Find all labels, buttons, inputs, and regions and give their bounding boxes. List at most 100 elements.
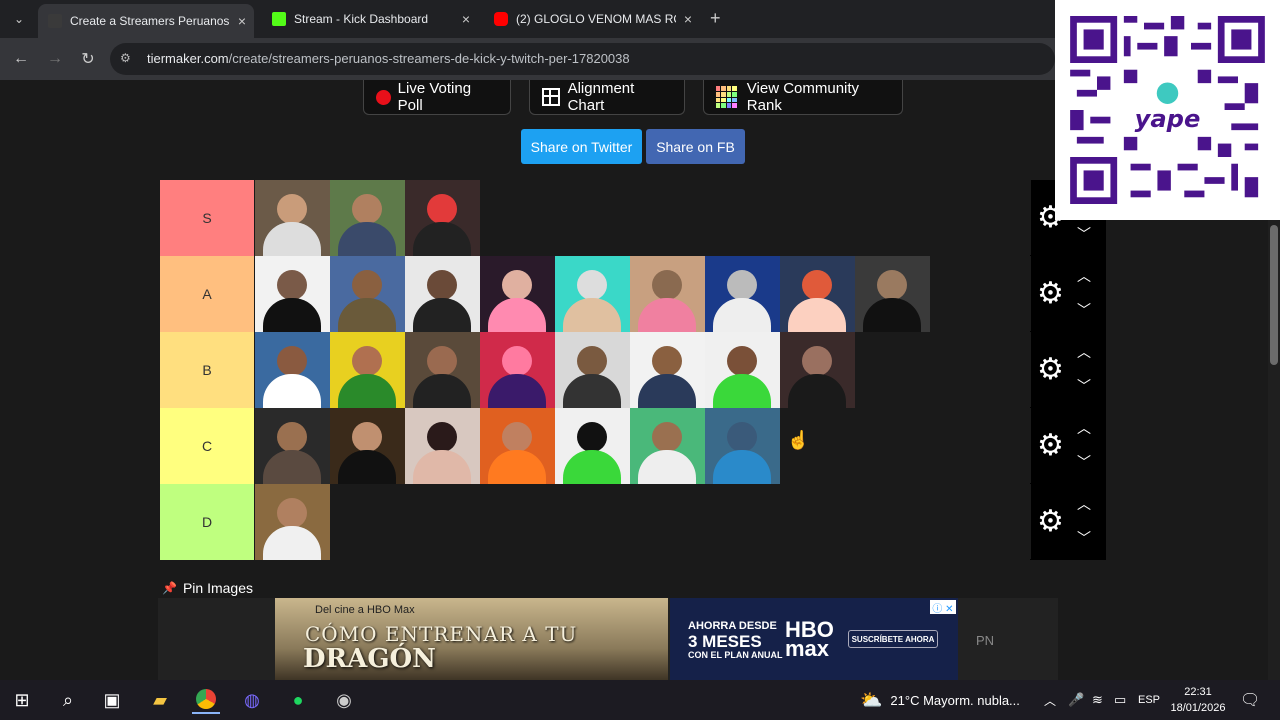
share-fb-button[interactable]: Share on FB <box>646 129 745 164</box>
gear-icon[interactable]: ⚙ <box>1037 355 1064 385</box>
pin-images-toggle[interactable]: 📌 Pin Images <box>162 580 253 596</box>
tier-label[interactable]: D <box>160 484 254 560</box>
forward-icon[interactable]: → <box>44 48 66 70</box>
chevron-up-icon[interactable]: ︿ <box>1077 266 1091 286</box>
tier-colors-icon <box>716 86 737 108</box>
chevron-down-icon[interactable]: ﹀ <box>1077 528 1091 548</box>
language-indicator[interactable]: ESP <box>1138 680 1160 720</box>
notifications-icon[interactable]: 🗨 <box>1240 680 1260 720</box>
streamer-image[interactable] <box>330 256 405 332</box>
streamer-image[interactable] <box>555 408 630 484</box>
tab-tiermaker[interactable]: Create a Streamers Peruanos (S × <box>38 4 254 38</box>
subscribe-button[interactable]: SUSCRÍBETE AHORA <box>848 630 938 648</box>
chevron-down-icon[interactable]: ﹀ <box>1077 300 1091 320</box>
community-rank-button[interactable]: View Community Rank <box>703 80 903 115</box>
chevron-up-icon[interactable]: ︿ <box>1077 418 1091 438</box>
obs-icon[interactable]: ◉ <box>330 686 358 714</box>
ad-info-icon[interactable]: ⓘ ✕ <box>930 600 956 615</box>
tier-items[interactable] <box>254 408 1030 484</box>
streamer-image[interactable] <box>405 180 480 256</box>
tier-items[interactable] <box>254 484 1030 560</box>
chevron-down-icon[interactable]: ﹀ <box>1077 224 1091 244</box>
streamer-image[interactable] <box>480 256 555 332</box>
tab-title: (2) GLOGLO VENOM MAS ROSC <box>516 12 676 26</box>
scrollbar-thumb[interactable] <box>1270 225 1278 365</box>
tier-row-c: C ⚙ ︿ ﹀ <box>160 408 1106 484</box>
tier-label[interactable]: A <box>160 256 254 332</box>
tier-label[interactable]: C <box>160 408 254 484</box>
streamer-image[interactable] <box>255 180 330 256</box>
streamer-image[interactable] <box>255 484 330 560</box>
chevron-up-icon[interactable]: ︿ <box>1077 342 1091 362</box>
chevron-down-icon[interactable]: ﹀ <box>1077 452 1091 472</box>
back-icon[interactable]: ← <box>10 48 32 70</box>
streamer-image[interactable] <box>405 256 480 332</box>
ad-small-text: Del cine a HBO Max <box>315 604 415 616</box>
task-view-icon[interactable]: ▣ <box>98 686 126 714</box>
tier-label[interactable]: S <box>160 180 254 256</box>
hand-cursor-icon: ☝ <box>787 430 810 450</box>
gear-icon[interactable]: ⚙ <box>1037 507 1064 537</box>
discord-icon[interactable]: ◍ <box>238 686 266 714</box>
alignment-chart-button[interactable]: Alignment Chart <box>529 80 685 115</box>
tier-controls: ⚙ ︿ ﹀ <box>1031 484 1106 560</box>
close-tab-icon[interactable]: × <box>238 13 246 29</box>
file-explorer-icon[interactable]: ▰ <box>146 686 174 714</box>
streamer-image[interactable] <box>255 332 330 408</box>
chevron-down-icon[interactable]: ﹀ <box>1077 376 1091 396</box>
microphone-icon[interactable]: 🎤 <box>1068 680 1084 720</box>
gear-icon[interactable]: ⚙ <box>1037 279 1064 309</box>
site-info-icon[interactable]: ⚙ <box>120 51 131 65</box>
streamer-image[interactable] <box>555 256 630 332</box>
ad-dragon-text: DRAGÓN <box>303 644 436 674</box>
streamer-image[interactable] <box>705 332 780 408</box>
clock[interactable]: 22:31 18/01/2026 <box>1166 684 1230 716</box>
search-icon[interactable]: ⌕ <box>54 686 82 714</box>
dragon-ad-banner[interactable]: Del cine a HBO Max CÓMO ENTRENAR A TU DR… <box>275 598 668 680</box>
tab-title: Stream - Kick Dashboard <box>294 12 429 26</box>
tier-items[interactable] <box>254 180 1030 256</box>
wifi-icon[interactable]: ≋ <box>1092 680 1103 720</box>
tier-label[interactable]: B <box>160 332 254 408</box>
gear-icon[interactable]: ⚙ <box>1037 431 1064 461</box>
battery-icon[interactable]: ▭ <box>1114 680 1126 720</box>
streamer-image[interactable] <box>630 408 705 484</box>
close-tab-icon[interactable]: × <box>462 11 470 27</box>
streamer-image[interactable] <box>405 408 480 484</box>
streamer-image[interactable] <box>855 256 930 332</box>
streamer-image[interactable] <box>330 408 405 484</box>
weather-widget[interactable]: ⛅ 21°C Mayorm. nubla... <box>860 680 1020 720</box>
streamer-image[interactable] <box>630 256 705 332</box>
live-voting-button[interactable]: Live Voting Poll <box>363 80 511 115</box>
chrome-icon[interactable] <box>192 686 220 714</box>
streamer-image[interactable] <box>330 332 405 408</box>
tab-kick[interactable]: Stream - Kick Dashboard × <box>262 4 478 34</box>
tier-items[interactable] <box>254 256 1030 332</box>
streamer-image[interactable] <box>705 256 780 332</box>
hbo-ad-banner[interactable]: AHORRA DESDE 3 MESES CON EL PLAN ANUAL H… <box>670 598 958 680</box>
streamer-image[interactable] <box>330 180 405 256</box>
tab-search-button[interactable]: ⌄ <box>8 8 30 30</box>
tier-items[interactable] <box>254 332 1030 408</box>
streamer-image[interactable] <box>255 256 330 332</box>
streamer-image[interactable] <box>480 408 555 484</box>
streamer-image[interactable] <box>780 332 855 408</box>
tab-youtube[interactable]: (2) GLOGLO VENOM MAS ROSC × <box>484 4 700 34</box>
streamer-image[interactable] <box>405 332 480 408</box>
share-twitter-button[interactable]: Share on Twitter <box>521 129 642 164</box>
streamer-image[interactable] <box>255 408 330 484</box>
url-field[interactable]: ⚙ tiermaker.com/create/streamers-peruano… <box>110 43 1055 75</box>
streamer-image[interactable] <box>555 332 630 408</box>
qr-code-icon: yape <box>1070 16 1265 204</box>
reload-icon[interactable]: ↻ <box>77 48 99 70</box>
spotify-icon[interactable]: ● <box>284 686 312 714</box>
new-tab-button[interactable]: + <box>710 8 721 29</box>
streamer-image[interactable] <box>705 408 780 484</box>
streamer-image[interactable] <box>780 256 855 332</box>
streamer-image[interactable] <box>630 332 705 408</box>
show-hidden-icons[interactable]: ︿ <box>1044 680 1056 720</box>
windows-start-icon[interactable]: ⊞ <box>8 686 36 714</box>
streamer-image[interactable] <box>480 332 555 408</box>
chevron-up-icon[interactable]: ︿ <box>1077 494 1091 514</box>
close-tab-icon[interactable]: × <box>684 11 692 27</box>
